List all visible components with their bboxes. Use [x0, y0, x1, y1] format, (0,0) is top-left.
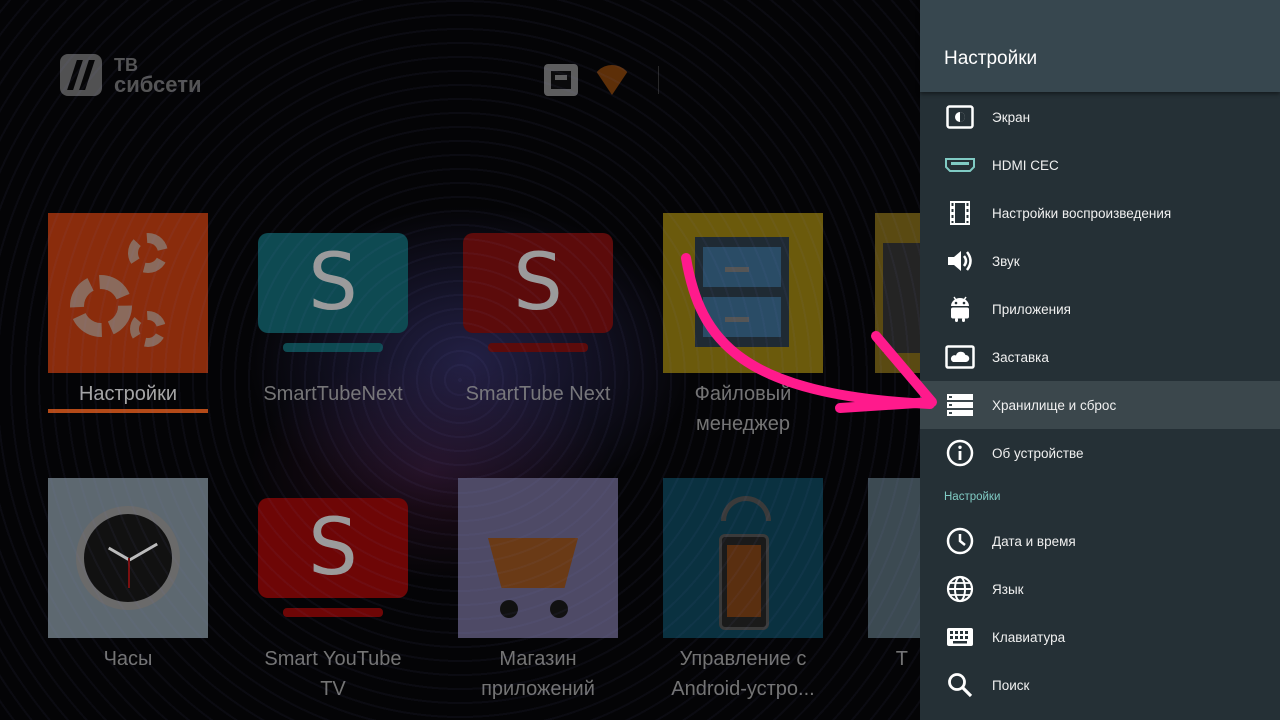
- app-tile-app-store[interactable]: Магазин приложений: [458, 478, 618, 704]
- tile-label: Магазин приложений: [481, 648, 595, 700]
- app-tile-settings[interactable]: Настройки: [48, 213, 208, 413]
- menu-item-sound[interactable]: Звук: [920, 237, 1280, 285]
- hdmi-icon: [944, 149, 976, 181]
- settings-tile-image: [48, 213, 208, 373]
- tile-label: Файловый менеджер: [694, 383, 792, 435]
- gear-icon: [130, 311, 166, 347]
- tile-label: Часы: [103, 648, 153, 670]
- smarttube-tile-image: S: [253, 213, 413, 373]
- film-icon: [944, 197, 976, 229]
- display-icon: [944, 101, 976, 133]
- globe-icon: [944, 573, 976, 605]
- menu-item-screen[interactable]: Экран: [920, 93, 1280, 141]
- settings-panel: Настройки Экран HDMI CEC Настройки воспр…: [920, 0, 1280, 720]
- status-bar: [544, 64, 659, 96]
- smart-youtube-tile-image: S: [253, 478, 413, 638]
- menu-item-label: Звук: [992, 253, 1020, 269]
- app-tile-partial-2[interactable]: Т: [868, 478, 920, 674]
- app-tile-file-manager[interactable]: Файловый менеджер: [663, 213, 823, 439]
- android-icon: [944, 293, 976, 325]
- menu-item-label: Поиск: [992, 677, 1030, 693]
- menu-item-label: Приложения: [992, 301, 1071, 317]
- panel-title: Настройки: [944, 48, 1038, 69]
- menu-item-label: Клавиатура: [992, 629, 1066, 645]
- menu-item-search[interactable]: Поиск: [920, 661, 1280, 709]
- app-tile-smarttube-next-2[interactable]: S SmartTube Next: [458, 213, 618, 409]
- file-manager-tile-image: [663, 213, 823, 373]
- wifi-signal-icon: [721, 496, 771, 521]
- wifi-icon: [592, 65, 632, 95]
- app-tile-android-remote[interactable]: Управление с Android-устро...: [663, 478, 823, 704]
- info-icon: [944, 437, 976, 469]
- phone-icon: [719, 534, 769, 630]
- app-store-tile-image: [458, 478, 618, 638]
- menu-item-label: Об устройстве: [992, 445, 1084, 461]
- app-tile-smart-youtube-tv[interactable]: S Smart YouTube TV: [253, 478, 413, 704]
- menu-item-label: Экран: [992, 109, 1031, 125]
- storage-icon: [944, 389, 976, 421]
- menu-item-date-time[interactable]: Дата и время: [920, 517, 1280, 565]
- menu-item-about-device[interactable]: Об устройстве: [920, 429, 1280, 477]
- menu-item-apps[interactable]: Приложения: [920, 285, 1280, 333]
- section-header: Настройки: [944, 491, 1001, 503]
- settings-panel-header: Настройки: [920, 0, 1280, 92]
- menu-item-keyboard[interactable]: Клавиатура: [920, 613, 1280, 661]
- screensaver-icon: [944, 341, 976, 373]
- focus-underline: [48, 409, 208, 413]
- menu-item-label: Язык: [992, 581, 1024, 597]
- provider-logo: ТВ сибсети: [60, 54, 202, 96]
- app-tile-smarttube-next[interactable]: S SmartTubeNext: [253, 213, 413, 409]
- keyboard-icon: [944, 621, 976, 653]
- app-tile-partial[interactable]: [875, 213, 920, 373]
- tile-label: SmartTubeNext: [263, 383, 403, 405]
- cabinet-icon: [695, 237, 789, 347]
- gear-icon: [128, 233, 168, 273]
- menu-item-screensaver[interactable]: Заставка: [920, 333, 1280, 381]
- launcher-home-screen: ТВ сибсети Настройки S SmartTubeNext S S…: [0, 0, 920, 720]
- menu-item-storage-reset[interactable]: Хранилище и сброс: [920, 381, 1280, 429]
- clock-tile-image: [48, 478, 208, 638]
- speaker-icon: [944, 245, 976, 277]
- gear-icon: [70, 275, 132, 337]
- android-remote-tile-image: [663, 478, 823, 638]
- clock-icon: [944, 525, 976, 557]
- menu-item-language[interactable]: Язык: [920, 565, 1280, 613]
- menu-item-label: Дата и время: [992, 533, 1076, 549]
- logo-mark-icon: [60, 54, 102, 96]
- menu-item-label: Заставка: [992, 349, 1049, 365]
- menu-item-label: Хранилище и сброс: [992, 397, 1117, 413]
- tile-label: SmartTube Next: [465, 383, 611, 405]
- s-logo-icon: S: [513, 238, 563, 328]
- app-tile-clock[interactable]: Часы: [48, 478, 208, 674]
- search-icon: [944, 669, 976, 701]
- menu-item-playback-settings[interactable]: Настройки воспроизведения: [920, 189, 1280, 237]
- clock-face-icon: [76, 506, 180, 610]
- tile-label: Управление с Android-устро...: [671, 648, 815, 700]
- menu-item-label: Настройки воспроизведения: [992, 205, 1172, 221]
- logo-line2: сибсети: [114, 72, 202, 97]
- tile-label: Smart YouTube TV: [264, 648, 402, 700]
- tile-label: Т: [895, 648, 908, 670]
- menu-item-hdmi-cec[interactable]: HDMI CEC: [920, 141, 1280, 189]
- s-logo-icon: S: [308, 503, 358, 593]
- s-logo-icon: S: [308, 238, 358, 328]
- tile-label: Настройки: [78, 383, 178, 405]
- ethernet-icon: [544, 64, 578, 96]
- cart-icon: [488, 538, 578, 588]
- smarttube-tile-image: S: [458, 213, 618, 373]
- menu-item-label: HDMI CEC: [992, 157, 1059, 173]
- status-divider: [658, 66, 659, 94]
